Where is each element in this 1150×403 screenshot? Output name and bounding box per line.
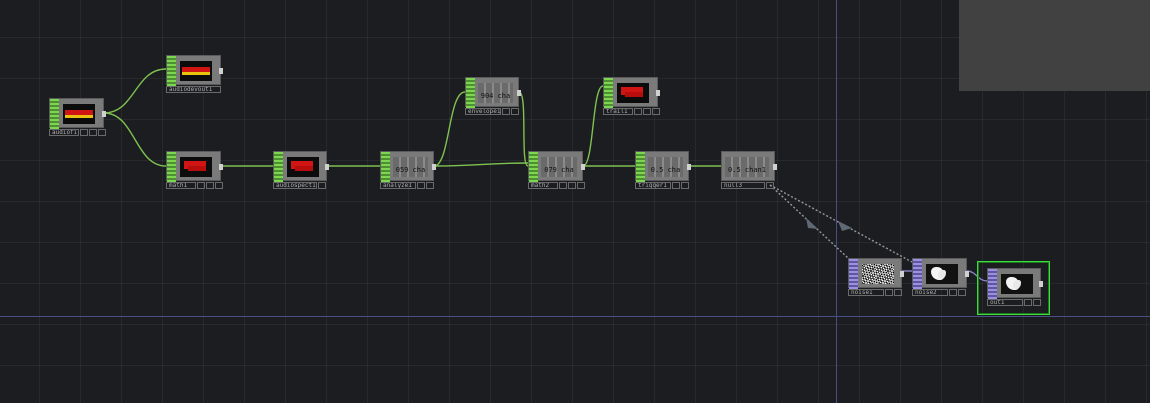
node-outlet[interactable] (773, 164, 777, 170)
node-label[interactable]: math1 (166, 182, 196, 189)
node-label[interactable]: audiodevout1 (166, 86, 221, 93)
node-preview (862, 264, 894, 284)
node-label[interactable]: noise2 (912, 289, 948, 296)
node-channel-viewer: 904 cha (478, 83, 513, 103)
node-preview (617, 83, 649, 103)
node-inlet[interactable] (636, 152, 645, 182)
node-label[interactable]: trigger1 (635, 182, 671, 189)
wire-analyze1-envelope1 (433, 91, 466, 167)
node-inlet[interactable] (381, 152, 390, 182)
node-preview (926, 264, 958, 284)
node-label[interactable]: analyze1 (380, 182, 416, 189)
node-flags[interactable] (502, 108, 519, 115)
wire-envelope1-math2 (518, 91, 529, 167)
node-outlet[interactable] (581, 164, 585, 170)
node-outlet[interactable] (219, 68, 223, 74)
node-inlet[interactable] (849, 259, 858, 289)
channel-value: 059 cha (395, 166, 426, 174)
channel-value: 904 cha (480, 92, 511, 100)
node-label[interactable]: audiospect1 (273, 182, 317, 189)
node-inlet[interactable] (529, 152, 538, 182)
node-outlet[interactable] (1039, 281, 1043, 287)
node-outlet[interactable] (432, 164, 436, 170)
node-label[interactable]: audiofilein1 (49, 129, 79, 136)
node-flags[interactable] (559, 182, 585, 189)
node-outlet[interactable] (517, 90, 521, 96)
node-outlet[interactable] (687, 164, 691, 170)
wire-audiofilein1-math1 (103, 112, 167, 167)
node-inlet[interactable] (274, 152, 283, 182)
node-outlet[interactable] (102, 111, 106, 117)
node-flags[interactable] (634, 108, 660, 115)
node-channel-viewer: 0.5 cha (648, 157, 683, 177)
node-inlet[interactable] (913, 259, 922, 289)
node-flags[interactable] (766, 182, 774, 189)
node-flags[interactable] (672, 182, 689, 189)
node-flags[interactable] (318, 182, 326, 189)
node-inlet[interactable] (988, 269, 997, 299)
node-flags[interactable] (197, 182, 223, 189)
channel-value: 0.5 cha (650, 166, 681, 174)
node-flags[interactable] (80, 129, 106, 136)
node-inlet[interactable] (167, 56, 176, 86)
node-label[interactable]: envelope1 (465, 108, 501, 115)
export-arrow-2 (838, 221, 852, 231)
node-label[interactable]: out1 (987, 299, 1023, 306)
export-arrow-1 (806, 218, 818, 229)
node-preview (1001, 274, 1033, 294)
node-flags[interactable] (1024, 299, 1041, 306)
node-label[interactable]: trail1 (603, 108, 633, 115)
network-editor[interactable]: audiofilein1 audiodevout1 math1 audiospe… (0, 0, 1150, 403)
wire-analyze1-math2 (433, 162, 529, 167)
node-channel-viewer: 0.5 chan1 (725, 157, 769, 177)
node-outlet[interactable] (219, 164, 223, 170)
node-label[interactable]: noise1 (848, 289, 884, 296)
wire-audiofilein1-audiodevout1 (103, 68, 167, 114)
node-channel-viewer: 079 cha (541, 157, 577, 177)
node-preview (180, 157, 212, 177)
node-outlet[interactable] (965, 271, 969, 277)
node-outlet[interactable] (656, 90, 660, 96)
node-flags[interactable] (417, 182, 434, 189)
node-preview (180, 61, 212, 81)
node-inlet[interactable] (604, 78, 613, 108)
node-outlet[interactable] (325, 164, 329, 170)
node-label[interactable]: null3 (721, 182, 765, 189)
node-outlet[interactable] (900, 271, 904, 277)
node-inlet[interactable] (167, 152, 176, 182)
node-flags[interactable] (885, 289, 902, 296)
node-channel-viewer: 059 cha (393, 157, 428, 177)
node-preview (287, 157, 319, 177)
node-inlet[interactable] (466, 78, 475, 108)
node-flags[interactable] (949, 289, 966, 296)
node-label[interactable]: math2 (528, 182, 558, 189)
channel-value: 0.5 chan1 (728, 166, 766, 174)
channel-value: 079 cha (544, 166, 574, 174)
node-preview (63, 104, 95, 124)
node-inlet[interactable] (50, 99, 59, 129)
wire-math2-trail1 (582, 85, 604, 167)
